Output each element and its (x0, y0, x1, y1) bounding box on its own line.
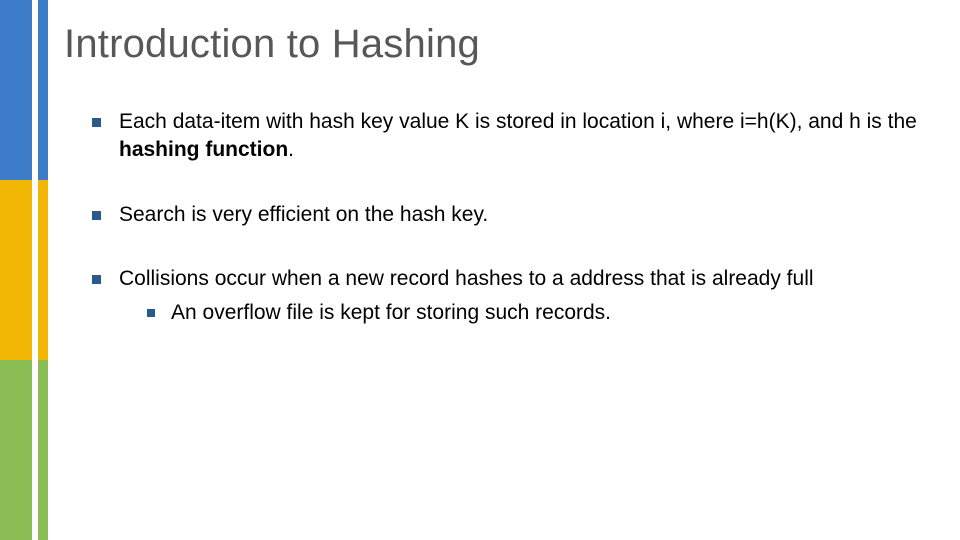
sidebar-stripe-gold (38, 180, 48, 360)
square-bullet-icon (92, 211, 101, 220)
slide-title: Introduction to Hashing (64, 22, 480, 67)
sidebar-stripe-green (38, 360, 48, 540)
square-bullet-icon (147, 309, 155, 317)
square-bullet-icon (92, 118, 101, 127)
bullet-item-1: Each data-item with hash key value K is … (92, 108, 920, 165)
bullet-item-2: Search is very efficient on the hash key… (92, 201, 920, 229)
bullet-1-post: . (288, 138, 294, 161)
bullet-item-3: Collisions occur when a new record hashe… (92, 265, 920, 328)
sub-bullet-text: An overflow file is kept for storing suc… (171, 299, 611, 327)
sidebar-stripe-blue (38, 0, 48, 180)
bullet-text-2: Search is very efficient on the hash key… (119, 201, 920, 229)
square-bullet-icon (92, 275, 101, 284)
bullet-text-3: Collisions occur when a new record hashe… (119, 265, 920, 328)
bullet-1-pre: Each data-item with hash key value K is … (119, 110, 917, 133)
sub-bullet-item: An overflow file is kept for storing suc… (147, 299, 920, 327)
bullet-3-text: Collisions occur when a new record hashe… (119, 267, 814, 290)
sidebar-decoration (0, 0, 48, 540)
slide-body: Each data-item with hash key value K is … (92, 108, 920, 328)
bullet-text-1: Each data-item with hash key value K is … (119, 108, 920, 165)
bullet-1-bold: hashing function (119, 138, 288, 161)
slide: Introduction to Hashing Each data-item w… (0, 0, 960, 540)
